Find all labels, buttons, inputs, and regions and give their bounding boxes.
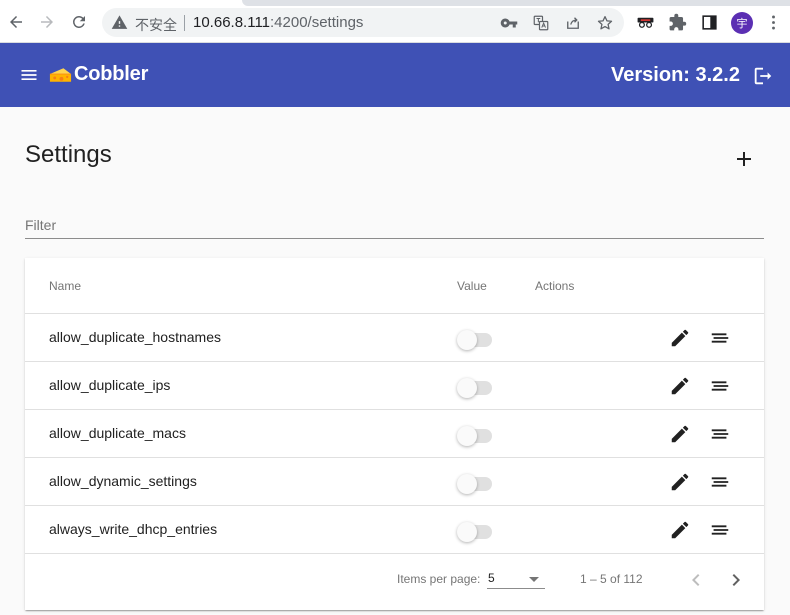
value-toggle[interactable]	[457, 522, 494, 542]
brand[interactable]: Cobbler	[48, 63, 148, 86]
url-path: :4200/settings	[270, 14, 364, 31]
side-panel-icon[interactable]	[700, 13, 719, 32]
value-toggle[interactable]	[457, 426, 494, 446]
column-header-actions: Actions	[535, 279, 575, 293]
edit-pencil-icon[interactable]	[669, 327, 691, 349]
setting-name: always_write_dhcp_entries	[49, 521, 218, 537]
table-row: allow_dynamic_settings	[25, 458, 764, 506]
setting-name: allow_duplicate_hostnames	[49, 329, 221, 345]
toggle-thumb	[457, 474, 477, 494]
toggle-thumb	[457, 330, 477, 350]
address-separator	[184, 15, 185, 31]
address-bar[interactable]: 不安全 10.66.8.111:4200/settings	[102, 8, 624, 37]
setting-name: allow_duplicate_ips	[49, 377, 171, 393]
url-host: 10.66.8.111	[193, 14, 271, 31]
paginator: Items per page: 5 1 – 5 of 112	[25, 554, 764, 610]
value-toggle[interactable]	[457, 378, 494, 398]
settings-table-card: Name Value Actions allow_duplicate_hostn…	[25, 258, 764, 610]
page-title: Settings	[25, 141, 112, 168]
column-header-value: Value	[457, 279, 487, 293]
setting-name: allow_duplicate_macs	[49, 425, 186, 441]
setting-name: allow_dynamic_settings	[49, 473, 197, 489]
chevron-right-icon[interactable]	[724, 568, 748, 592]
edit-pencil-icon[interactable]	[669, 423, 691, 445]
app-title: Cobbler	[74, 63, 149, 85]
add-icon[interactable]	[732, 147, 756, 171]
page-range-label: 1 – 5 of 112	[580, 572, 643, 586]
table-header: Name Value Actions	[25, 258, 764, 314]
notes-icon[interactable]	[709, 519, 731, 541]
more-vert-icon[interactable]	[764, 13, 783, 32]
logout-icon[interactable]	[752, 65, 774, 87]
insecure-label[interactable]: 不安全	[135, 15, 177, 35]
tab-strip	[242, 0, 790, 6]
toggle-thumb	[457, 378, 477, 398]
toggle-thumb	[457, 426, 477, 446]
value-toggle[interactable]	[457, 474, 494, 494]
value-toggle[interactable]	[457, 330, 494, 350]
table-row: allow_duplicate_ips	[25, 362, 764, 410]
chevron-left-icon[interactable]	[684, 568, 708, 592]
share-icon[interactable]	[564, 14, 582, 32]
cheese-icon	[49, 67, 72, 82]
warning-triangle-icon[interactable]	[111, 14, 128, 31]
page-size-select[interactable]: 5	[487, 567, 545, 589]
key-icon[interactable]	[500, 14, 518, 32]
notes-icon[interactable]	[709, 423, 731, 445]
forward-button[interactable]	[36, 11, 58, 33]
edit-pencil-icon[interactable]	[669, 519, 691, 541]
table-row: allow_duplicate_macs	[25, 410, 764, 458]
star-icon[interactable]	[596, 14, 614, 32]
column-header-name: Name	[49, 279, 82, 293]
toggle-thumb	[457, 522, 477, 542]
items-per-page-label: Items per page:	[397, 572, 481, 586]
reload-icon	[72, 15, 85, 28]
version-label: Version: 3.2.2	[611, 64, 740, 86]
reload-button[interactable]	[68, 11, 90, 33]
notes-icon[interactable]	[709, 327, 731, 349]
arrow-forward-icon	[41, 16, 53, 28]
arrow-back-icon	[10, 16, 22, 28]
notes-icon[interactable]	[709, 471, 731, 493]
filter-field	[25, 213, 764, 239]
filter-input[interactable]	[25, 213, 764, 237]
table-row: always_write_dhcp_entries	[25, 506, 764, 554]
url-text[interactable]: 10.66.8.111:4200/settings	[193, 14, 363, 31]
edit-pencil-icon[interactable]	[669, 375, 691, 397]
page-size-value: 5	[488, 571, 495, 585]
browser-chrome: 不安全 10.66.8.111:4200/settings 宇	[0, 0, 790, 43]
back-button[interactable]	[5, 11, 27, 33]
profile-avatar[interactable]: 宇	[731, 12, 753, 34]
puzzle-icon[interactable]	[668, 13, 687, 32]
notes-icon[interactable]	[709, 375, 731, 397]
menu-icon[interactable]	[19, 65, 39, 85]
incognito-ext-icon[interactable]	[636, 13, 655, 32]
app-toolbar: Cobbler Version: 3.2.2	[0, 43, 790, 107]
dropdown-arrow-icon	[529, 577, 539, 582]
edit-pencil-icon[interactable]	[669, 471, 691, 493]
table-row: allow_duplicate_hostnames	[25, 314, 764, 362]
translate-icon[interactable]	[532, 14, 550, 32]
